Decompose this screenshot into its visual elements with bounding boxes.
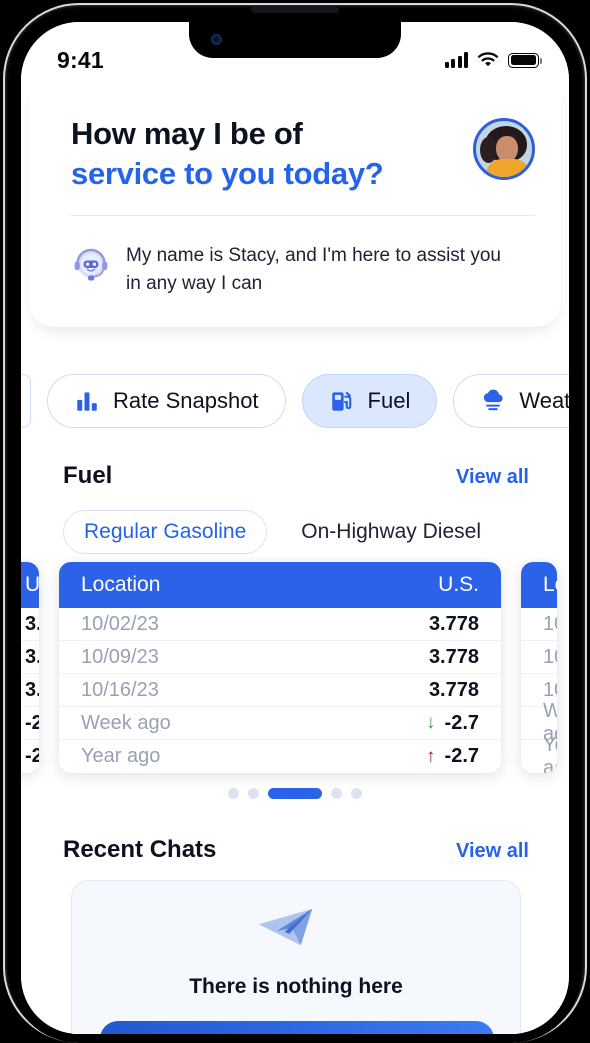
- tab-regular-gasoline[interactable]: Regular Gasoline: [63, 510, 268, 554]
- table-cell-label: 10/16/23: [81, 678, 159, 701]
- recent-chats-title: Recent Chats: [63, 836, 217, 863]
- phone-notch: [189, 6, 401, 58]
- carousel-pagination[interactable]: [21, 788, 569, 799]
- hero-top-row: How may I be of service to you today?: [71, 114, 535, 193]
- gas-pump-icon: [331, 391, 351, 411]
- phone-frame: 9:41 How may I be of service to you toda…: [0, 0, 590, 1043]
- title-line-2: service to you today?: [71, 155, 384, 191]
- table-cell-value: 3.778: [25, 645, 39, 668]
- fuel-table-carousel[interactable]: U.S. 3.778 3.778 3.778 -2.7 -2.7 Locatio…: [21, 562, 569, 773]
- table-cell-label: 10/16/23: [543, 678, 557, 701]
- chip-label: Weather: [519, 388, 569, 413]
- avatar[interactable]: [473, 118, 535, 180]
- arrow-up-icon: ↑: [426, 745, 436, 767]
- table-row: 10/16/23 3.778: [59, 674, 501, 707]
- table-cell-value-group: ↓ -2.7: [426, 712, 479, 735]
- fuel-type-tabs[interactable]: Regular Gasoline On-Highway Diesel: [63, 510, 501, 554]
- bot-message-text: My name is Stacy, and I'm here to assist…: [126, 245, 501, 294]
- fuel-section-title: Fuel: [63, 462, 113, 489]
- table-row: Year ago ↑ -2.7: [59, 740, 501, 773]
- chip-weather[interactable]: Weather: [453, 374, 569, 428]
- table-header-col1: Location: [543, 573, 557, 596]
- table-row: Week ago ↓ -2.7: [59, 707, 501, 740]
- hero-card: How may I be of service to you today? My…: [29, 84, 561, 328]
- empty-state-text: There is nothing here: [189, 975, 403, 998]
- table-cell-label: 10/09/23: [81, 645, 159, 668]
- pagination-dot[interactable]: [331, 788, 342, 799]
- chip-label: Fuel: [367, 388, 411, 413]
- tab-on-highway-diesel[interactable]: On-Highway Diesel: [281, 511, 501, 553]
- table-cell-value: 3.778: [25, 678, 39, 701]
- table-header-col2: U.S.: [438, 573, 479, 596]
- avatar-hair-side: [480, 137, 497, 163]
- title-line-1: How may I be of: [71, 116, 303, 151]
- chip-fuel[interactable]: Fuel: [301, 374, 438, 428]
- pagination-dot[interactable]: [228, 788, 239, 799]
- table-header: U.S.: [21, 562, 39, 608]
- table-header: Location: [521, 562, 557, 608]
- table-card-current[interactable]: Location U.S. 10/02/23 3.778 10/09/23 3.…: [59, 562, 501, 773]
- table-cell-label: 10/09/23: [543, 645, 557, 668]
- table-row: 10/02/23: [521, 608, 557, 641]
- table-row: 10/09/23: [521, 641, 557, 674]
- bot-message-row: My name is Stacy, and I'm here to assist…: [71, 216, 535, 297]
- status-indicators: [444, 52, 543, 68]
- table-cell-label: 10/02/23: [543, 612, 557, 635]
- table-row: -2.7: [21, 707, 39, 740]
- page-title: How may I be of service to you today?: [71, 114, 384, 193]
- table-cell-label: Year ago: [81, 745, 161, 767]
- table-cell-value: -2.7: [444, 745, 479, 767]
- robot-headset-icon: [71, 245, 111, 285]
- cloud-fog-icon: [484, 389, 503, 411]
- table-row: 3.778: [21, 641, 39, 674]
- table-header-col1: Location: [81, 573, 161, 596]
- wifi-icon: [477, 52, 499, 67]
- chip-label: Rate Snapshot: [113, 388, 259, 413]
- table-cell-value-group: ↑ -2.7: [426, 745, 479, 768]
- chip-partial-left[interactable]: [21, 374, 31, 428]
- recent-chats-header: Recent Chats View all: [63, 836, 529, 864]
- table-cell-value: -2.7: [25, 711, 39, 734]
- table-cell-value: 3.778: [428, 612, 479, 635]
- table-card-next[interactable]: Location 10/02/23 10/09/23 10/16/23 Week…: [521, 562, 557, 773]
- arrow-down-icon: ↓: [426, 712, 436, 733]
- pagination-dot[interactable]: [351, 788, 362, 799]
- table-cell-value: 3.778: [428, 678, 479, 701]
- front-camera: [211, 34, 222, 45]
- cellular-bars-icon: [444, 52, 468, 68]
- table-cell-label: 10/02/23: [81, 612, 159, 635]
- phone-screen: 9:41 How may I be of service to you toda…: [21, 22, 569, 1034]
- table-cell-value: -2.7: [444, 711, 479, 734]
- table-row: 10/02/23 3.778: [59, 608, 501, 641]
- table-row: 3.778: [21, 608, 39, 641]
- paper-plane-icon: [258, 908, 313, 946]
- fuel-view-all-link[interactable]: View all: [456, 466, 529, 489]
- battery-full-icon: [508, 52, 543, 68]
- pagination-dot[interactable]: [248, 788, 259, 799]
- bar-chart-icon: [77, 392, 97, 411]
- table-header: Location U.S.: [59, 562, 501, 608]
- table-cell-label: Year ago: [543, 733, 557, 774]
- table-row: Year ago: [521, 734, 557, 774]
- table-cell-value: 3.778: [25, 612, 39, 635]
- pagination-dot-active[interactable]: [268, 788, 322, 799]
- chip-rate-snapshot[interactable]: Rate Snapshot: [47, 374, 286, 428]
- status-time: 9:41: [57, 46, 104, 73]
- table-row: 10/09/23 3.778: [59, 641, 501, 674]
- table-header-col2: U.S.: [25, 573, 39, 596]
- table-cell-value: 3.778: [428, 645, 479, 668]
- avatar-body: [486, 159, 530, 177]
- primary-cta-button[interactable]: [100, 1021, 494, 1034]
- recent-chats-empty-state: There is nothing here: [71, 880, 521, 1034]
- earpiece-speaker: [251, 6, 339, 13]
- fuel-section-header: Fuel View all: [63, 462, 529, 490]
- recent-chats-view-all-link[interactable]: View all: [456, 840, 529, 863]
- table-card-previous[interactable]: U.S. 3.778 3.778 3.778 -2.7 -2.7: [21, 562, 39, 773]
- table-cell-value: -2.7: [25, 745, 39, 767]
- table-row: 3.778: [21, 674, 39, 707]
- table-cell-label: Week ago: [81, 711, 171, 734]
- app-page: 9:41 How may I be of service to you toda…: [21, 22, 569, 1034]
- category-chip-row[interactable]: Rate Snapshot Fuel Weat: [21, 370, 569, 432]
- table-row: -2.7: [21, 740, 39, 773]
